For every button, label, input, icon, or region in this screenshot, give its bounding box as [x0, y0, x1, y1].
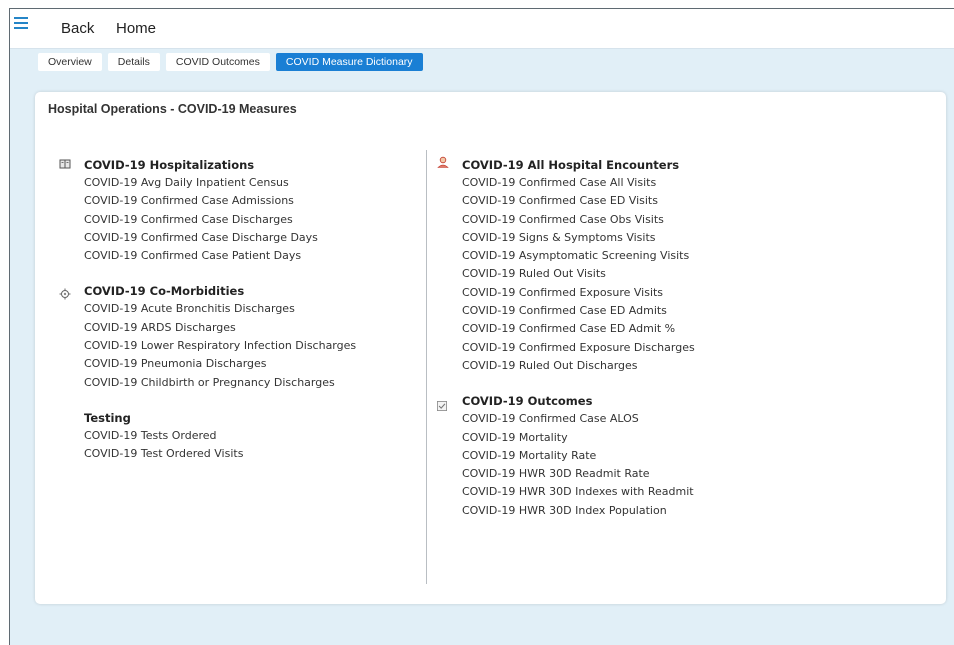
measure-item[interactable]: COVID-19 Confirmed Case ED Admits [462, 302, 695, 320]
checkbox-icon [437, 401, 447, 412]
measure-item[interactable]: COVID-19 Signs & Symptoms Visits [462, 229, 695, 247]
measure-item[interactable]: COVID-19 Mortality Rate [462, 447, 695, 465]
measure-item[interactable]: COVID-19 Mortality [462, 429, 695, 447]
section-title: COVID-19 Co-Morbidities [84, 284, 245, 299]
measure-item[interactable]: COVID-19 Pneumonia Discharges [84, 355, 356, 373]
measure-item[interactable]: COVID-19 Tests Ordered [84, 427, 356, 445]
tab-covid-measure-dictionary[interactable]: COVID Measure Dictionary [275, 53, 423, 71]
book-icon [59, 159, 71, 169]
section-title: Testing [84, 410, 131, 425]
measure-item[interactable]: COVID-19 Confirmed Exposure Discharges [462, 339, 695, 357]
tab-details[interactable]: Details [107, 53, 160, 71]
measure-item[interactable]: COVID-19 HWR 30D Indexes with Readmit [462, 483, 695, 501]
measure-item[interactable]: COVID-19 Ruled Out Visits [462, 265, 695, 283]
measure-item[interactable]: COVID-19 Confirmed Case Discharges [84, 211, 356, 229]
measure-item[interactable]: COVID-19 Lower Respiratory Infection Dis… [84, 337, 356, 355]
section-testing: Testing COVID-19 Tests Ordered COVID-19 … [84, 409, 356, 464]
measure-item[interactable]: COVID-19 Acute Bronchitis Discharges [84, 300, 356, 318]
top-bar: Back Home [10, 9, 954, 49]
measure-item[interactable]: COVID-19 HWR 30D Readmit Rate [462, 465, 695, 483]
measure-item[interactable]: COVID-19 Confirmed Case Admissions [84, 192, 356, 210]
measure-item[interactable]: COVID-19 Confirmed Case Patient Days [84, 247, 356, 265]
measure-item[interactable]: COVID-19 HWR 30D Index Population [462, 502, 695, 520]
measure-item[interactable]: COVID-19 Asymptomatic Screening Visits [462, 247, 695, 265]
measure-item[interactable]: COVID-19 Confirmed Case Discharge Days [84, 229, 356, 247]
app-frame: Back Home Overview Details COVID Outcome… [9, 8, 954, 645]
virus-icon [59, 288, 71, 300]
left-column: COVID-19 Hospitalizations COVID-19 Avg D… [59, 156, 356, 481]
measure-item[interactable]: COVID-19 Confirmed Exposure Visits [462, 284, 695, 302]
home-link[interactable]: Home [116, 20, 156, 37]
measure-item[interactable]: COVID-19 Confirmed Case All Visits [462, 174, 695, 192]
section-outcomes: COVID-19 Outcomes COVID-19 Confirmed Cas… [437, 392, 695, 520]
measure-item[interactable]: COVID-19 Test Ordered Visits [84, 445, 356, 463]
measure-item[interactable]: COVID-19 Ruled Out Discharges [462, 357, 695, 375]
measure-item[interactable]: COVID-19 Childbirth or Pregnancy Dischar… [84, 374, 356, 392]
tab-covid-outcomes[interactable]: COVID Outcomes [165, 53, 270, 71]
section-title: COVID-19 All Hospital Encounters [462, 158, 680, 172]
section-title: COVID-19 Outcomes [462, 394, 593, 409]
measure-item[interactable]: COVID-19 Confirmed Case ALOS [462, 410, 695, 428]
measures-card: Hospital Operations - COVID-19 Measures … [35, 92, 946, 604]
measure-item[interactable]: COVID-19 ARDS Discharges [84, 319, 356, 337]
section-title: COVID-19 Hospitalizations [84, 158, 255, 172]
section-hospitalizations: COVID-19 Hospitalizations COVID-19 Avg D… [59, 156, 356, 265]
measure-item[interactable]: COVID-19 Confirmed Case ED Admit % [462, 320, 695, 338]
back-link[interactable]: Back [61, 20, 94, 37]
measure-item[interactable]: COVID-19 Confirmed Case ED Visits [462, 192, 695, 210]
tab-overview[interactable]: Overview [38, 53, 102, 71]
section-co-morbidities: COVID-19 Co-Morbidities COVID-19 Acute B… [59, 282, 356, 392]
section-all-hospital-encounters: COVID-19 All Hospital Encounters COVID-1… [437, 156, 695, 375]
tab-bar: Overview Details COVID Outcomes COVID Me… [38, 53, 423, 71]
right-column: COVID-19 All Hospital Encounters COVID-1… [437, 156, 695, 537]
measure-item[interactable]: COVID-19 Confirmed Case Obs Visits [462, 211, 695, 229]
person-icon [437, 156, 449, 168]
hamburger-menu-icon[interactable] [14, 17, 28, 29]
measure-item[interactable]: COVID-19 Avg Daily Inpatient Census [84, 174, 356, 192]
card-title: Hospital Operations - COVID-19 Measures [48, 102, 297, 116]
column-divider [426, 150, 427, 584]
